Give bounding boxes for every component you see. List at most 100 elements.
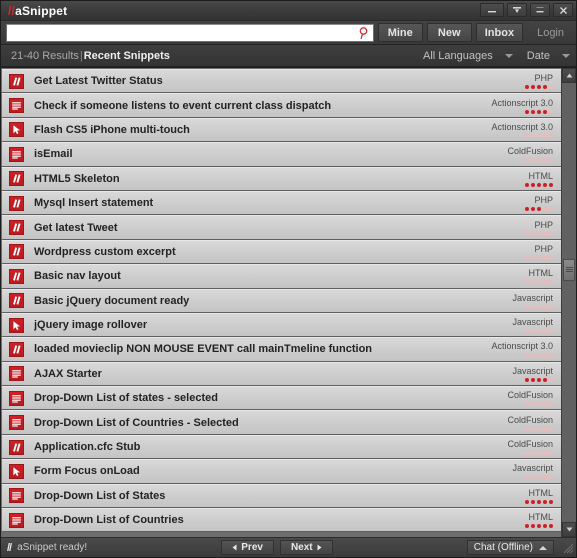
rating-dot[interactable] xyxy=(549,85,553,90)
rating-dot[interactable] xyxy=(549,353,553,358)
rating-dot[interactable] xyxy=(543,451,547,456)
rating-dot[interactable] xyxy=(531,231,535,236)
snippet-rating[interactable] xyxy=(525,255,553,260)
rating-dot[interactable] xyxy=(537,85,541,90)
vertical-scrollbar[interactable] xyxy=(561,68,576,537)
snippet-row[interactable]: Flash CS5 iPhone multi-touch Actionscript… xyxy=(2,117,561,143)
rating-dot[interactable] xyxy=(531,402,535,407)
snippet-rating[interactable] xyxy=(525,109,553,114)
rating-dot[interactable] xyxy=(525,329,529,334)
rating-dot[interactable] xyxy=(531,475,535,480)
rating-dot[interactable] xyxy=(525,377,529,382)
snippet-row[interactable]: HTML5 Skeleton HTML xyxy=(2,166,561,191)
rating-dot[interactable] xyxy=(549,158,553,163)
rating-dot[interactable] xyxy=(537,426,541,431)
rating-dot[interactable] xyxy=(531,133,535,138)
rating-dot[interactable] xyxy=(543,329,547,334)
rating-dot[interactable] xyxy=(543,182,547,187)
rating-dot[interactable] xyxy=(537,353,541,358)
snippet-row[interactable]: Application.cfc Stub ColdFusion xyxy=(2,434,561,460)
rating-dot[interactable] xyxy=(525,182,529,187)
snippet-row[interactable]: Get Latest Twitter Status PHP xyxy=(2,69,561,94)
rating-dot[interactable] xyxy=(525,499,529,504)
rating-dot[interactable] xyxy=(543,231,547,236)
rating-dot[interactable] xyxy=(537,377,541,382)
rating-dot[interactable] xyxy=(537,207,541,212)
snippet-row[interactable]: Drop-Down List of Countries HTML xyxy=(2,508,561,533)
login-link[interactable]: Login xyxy=(527,27,572,39)
rating-dot[interactable] xyxy=(525,524,529,529)
rating-dot[interactable] xyxy=(549,426,553,431)
rating-dot[interactable] xyxy=(537,109,541,114)
rating-dot[interactable] xyxy=(549,182,553,187)
snippet-row[interactable]: Basic nav layout HTML xyxy=(2,264,561,289)
snippet-row[interactable]: jQuery image rollover Javascript xyxy=(2,312,561,338)
rating-dot[interactable] xyxy=(549,255,553,260)
toolbar-button-mine[interactable]: Mine xyxy=(377,23,423,42)
rating-dot[interactable] xyxy=(531,158,535,163)
toolbar-button-new[interactable]: New xyxy=(426,23,472,42)
snippet-rating[interactable] xyxy=(525,85,553,90)
rating-dot[interactable] xyxy=(537,280,541,285)
rating-dot[interactable] xyxy=(537,255,541,260)
rating-dot[interactable] xyxy=(549,451,553,456)
snippet-rating[interactable] xyxy=(525,426,553,431)
rating-dot[interactable] xyxy=(549,329,553,334)
rating-dot[interactable] xyxy=(543,207,547,212)
snippet-rating[interactable] xyxy=(525,207,553,212)
snippet-rating[interactable] xyxy=(525,475,553,480)
rating-dot[interactable] xyxy=(525,353,529,358)
snippet-row[interactable]: Get latest Tweet PHP xyxy=(2,215,561,240)
minimize-button[interactable] xyxy=(480,3,504,17)
search-box[interactable] xyxy=(6,23,374,42)
snippet-rating[interactable] xyxy=(525,280,553,285)
rating-dot[interactable] xyxy=(525,426,529,431)
rating-dot[interactable] xyxy=(549,402,553,407)
rating-dot[interactable] xyxy=(531,524,535,529)
snippet-list[interactable]: Get Latest Twitter Status PHP Check if som… xyxy=(1,68,561,537)
next-page-button[interactable]: Next xyxy=(279,540,333,555)
snippet-row[interactable]: Mysql Insert statement PHP xyxy=(2,190,561,216)
rating-dot[interactable] xyxy=(537,158,541,163)
rating-dot[interactable] xyxy=(543,377,547,382)
snippet-rating[interactable] xyxy=(525,499,553,504)
rating-dot[interactable] xyxy=(531,426,535,431)
snippet-rating[interactable] xyxy=(525,182,553,187)
rating-dot[interactable] xyxy=(537,304,541,309)
rating-dot[interactable] xyxy=(531,207,535,212)
scrollbar-thumb[interactable] xyxy=(563,258,575,281)
rating-dot[interactable] xyxy=(531,329,535,334)
rating-dot[interactable] xyxy=(531,280,535,285)
rating-dot[interactable] xyxy=(525,255,529,260)
rating-dot[interactable] xyxy=(549,524,553,529)
rating-dot[interactable] xyxy=(549,377,553,382)
rating-dot[interactable] xyxy=(531,255,535,260)
scrollbar-track[interactable] xyxy=(562,83,576,522)
rating-dot[interactable] xyxy=(543,304,547,309)
snippet-row[interactable]: Form Focus onLoad Javascript xyxy=(2,459,561,484)
rating-dot[interactable] xyxy=(525,133,529,138)
rating-dot[interactable] xyxy=(549,207,553,212)
snippet-rating[interactable] xyxy=(525,451,553,456)
rating-dot[interactable] xyxy=(537,475,541,480)
rating-dot[interactable] xyxy=(525,158,529,163)
rating-dot[interactable] xyxy=(543,402,547,407)
snippet-row[interactable]: Basic jQuery document ready Javascript xyxy=(2,288,561,313)
rating-dot[interactable] xyxy=(537,499,541,504)
rating-dot[interactable] xyxy=(531,353,535,358)
language-filter-dropdown[interactable]: All Languages xyxy=(423,50,513,62)
snippet-rating[interactable] xyxy=(525,353,553,358)
snippet-row[interactable]: Drop-Down List of states - selected ColdF… xyxy=(2,386,561,411)
rating-dot[interactable] xyxy=(543,426,547,431)
snippet-rating[interactable] xyxy=(525,402,553,407)
rating-dot[interactable] xyxy=(537,231,541,236)
toolbar-button-inbox[interactable]: Inbox xyxy=(475,23,524,42)
rating-dot[interactable] xyxy=(525,85,529,90)
snippet-rating[interactable] xyxy=(525,377,553,382)
rating-dot[interactable] xyxy=(525,475,529,480)
rating-dot[interactable] xyxy=(525,304,529,309)
rating-dot[interactable] xyxy=(525,402,529,407)
rating-dot[interactable] xyxy=(531,451,535,456)
snippet-rating[interactable] xyxy=(525,304,553,309)
snippet-rating[interactable] xyxy=(525,158,553,163)
